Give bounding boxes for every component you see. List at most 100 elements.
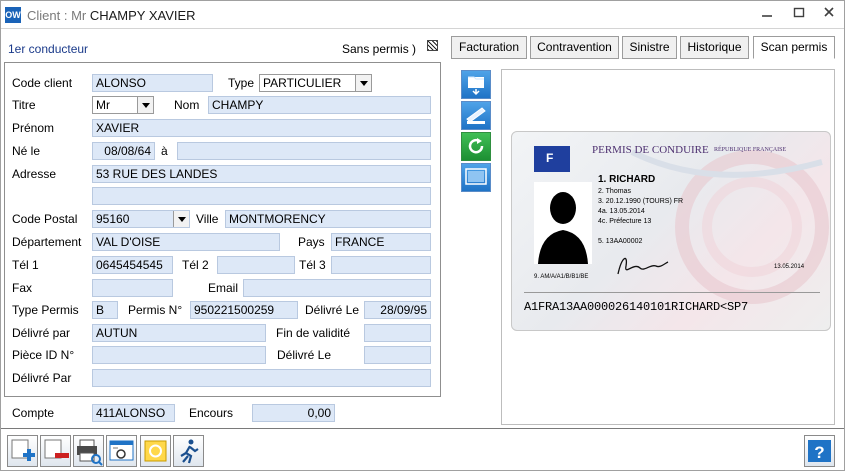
- add-icon[interactable]: [7, 435, 38, 467]
- compte-field[interactable]: 411ALONSO: [92, 404, 175, 422]
- adresse-line2-field[interactable]: [92, 187, 431, 205]
- chevron-down-icon[interactable]: [355, 75, 371, 91]
- tel2-label: Tél 2: [182, 258, 209, 272]
- fax-label: Fax: [12, 281, 33, 295]
- email-field[interactable]: [243, 279, 431, 297]
- person-silhouette-icon: [538, 192, 588, 264]
- delivre-par-label: Délivré par: [12, 326, 71, 340]
- title-name: CHAMPY XAVIER: [89, 8, 196, 23]
- code-client-field[interactable]: ALONSO: [92, 74, 213, 92]
- card-line4a: 4a. 13.05.2014: [598, 208, 645, 215]
- card-line3: 3. 20.12.1990 (TOURS) FR: [598, 198, 684, 205]
- type-select[interactable]: PARTICULIER: [259, 74, 372, 92]
- prenom-label: Prénom: [12, 121, 55, 135]
- fin-validite-field[interactable]: [364, 324, 431, 342]
- print-preview-icon[interactable]: [73, 435, 104, 467]
- chevron-down-icon[interactable]: [137, 97, 153, 113]
- tab-contravention[interactable]: Contravention: [530, 36, 619, 59]
- driving-licence-image: F PERMIS DE CONDUIRE RÉPUBLIQUE FRANÇAIS…: [511, 131, 831, 331]
- delivre-par2-label: Délivré Par: [12, 371, 72, 385]
- window-title: Client : Mr CHAMPY XAVIER: [27, 8, 196, 23]
- tel3-label: Tél 3: [299, 258, 326, 272]
- maximize-icon[interactable]: [788, 5, 810, 23]
- tab-scan-permis[interactable]: Scan permis: [753, 36, 835, 59]
- email-label: Email: [208, 281, 239, 295]
- encours-label: Encours: [189, 406, 234, 420]
- ville-field[interactable]: MONTMORENCY: [225, 210, 431, 228]
- compte-label: Compte: [12, 406, 55, 420]
- nom-label: Nom: [174, 98, 200, 112]
- delivre-le2-label: Délivré Le: [277, 348, 332, 362]
- monitor-icon[interactable]: [461, 163, 491, 192]
- circle-o-icon[interactable]: [140, 435, 171, 467]
- code-postal-label: Code Postal: [12, 212, 78, 226]
- tel2-field[interactable]: [217, 256, 295, 274]
- permis-no-field[interactable]: 950221500259: [190, 301, 298, 319]
- prenom-field[interactable]: XAVIER: [92, 119, 431, 137]
- remove-icon[interactable]: [40, 435, 71, 467]
- minimize-icon[interactable]: [756, 5, 778, 23]
- tab-facturation[interactable]: Facturation: [451, 36, 527, 59]
- card-line9: 9. AM/A/A1/B/B1/BE: [534, 274, 589, 280]
- card-line1: 1. RICHARD: [598, 174, 656, 185]
- title-bar: OW Client : Mr CHAMPY XAVIER: [1, 1, 844, 29]
- departement-label: Département: [12, 235, 82, 249]
- code-postal-value: 95160: [96, 212, 130, 226]
- svg-text:?: ?: [814, 443, 824, 462]
- close-icon[interactable]: [818, 5, 840, 23]
- titre-select-value: Mr: [96, 98, 110, 112]
- scanner-icon[interactable]: [461, 101, 491, 130]
- departement-field[interactable]: VAL D'OISE: [92, 233, 280, 251]
- type-label: Type: [228, 76, 255, 90]
- delivre-le2-field[interactable]: [364, 346, 431, 364]
- piece-id-label: Pièce ID N°: [12, 348, 75, 362]
- card-mrz: A1FRA13AA000026140101RICHARD<SP7: [524, 300, 749, 314]
- ne-le-label: Né le: [12, 144, 41, 158]
- vehicle-card-icon[interactable]: [106, 435, 137, 467]
- ville-label: Ville: [196, 212, 219, 226]
- sans-permis-label: Sans permis ): [342, 42, 417, 56]
- card-date-right: 13.05.2014: [774, 264, 805, 270]
- photo-frame: [534, 182, 592, 264]
- tel3-field[interactable]: [331, 256, 431, 274]
- fax-field[interactable]: [92, 279, 173, 297]
- tab-sinistre[interactable]: Sinistre: [622, 36, 677, 59]
- title-prefix: Client : Mr: [27, 8, 90, 23]
- nom-field[interactable]: CHAMPY: [208, 96, 431, 114]
- card-republic: RÉPUBLIQUE FRANÇAISE: [714, 147, 787, 153]
- refresh-icon[interactable]: [461, 132, 491, 161]
- card-title: PERMIS DE CONDUIRE: [592, 144, 709, 156]
- sans-permis-checkbox[interactable]: [427, 40, 438, 51]
- delivre-par2-field[interactable]: [92, 369, 431, 387]
- type-permis-field[interactable]: B: [92, 301, 118, 319]
- encours-field[interactable]: 0,00: [252, 404, 335, 422]
- client-window: OW Client : Mr CHAMPY XAVIER 1er conduct…: [0, 0, 845, 471]
- adresse-label: Adresse: [12, 167, 57, 181]
- birth-date-field[interactable]: 08/08/64: [92, 142, 155, 160]
- delivre-par-field[interactable]: AUTUN: [92, 324, 266, 342]
- country-code: F: [546, 151, 554, 165]
- code-postal-select[interactable]: 95160: [92, 210, 190, 228]
- help-icon[interactable]: ?: [804, 435, 835, 467]
- code-client-label: Code client: [12, 76, 73, 90]
- tab-historique[interactable]: Historique: [680, 36, 749, 59]
- chevron-down-icon[interactable]: [173, 211, 189, 227]
- tel1-field[interactable]: 0645454545: [92, 256, 173, 274]
- piece-id-field[interactable]: [92, 346, 266, 364]
- fin-validite-label: Fin de validité: [276, 326, 351, 340]
- card-line2: 2. Thomas: [598, 188, 631, 195]
- pays-field[interactable]: FRANCE: [331, 233, 431, 251]
- bottom-separator: [1, 428, 844, 429]
- running-man-icon[interactable]: [173, 435, 204, 467]
- birth-place-field[interactable]: [177, 142, 431, 160]
- a-label: à: [161, 144, 168, 158]
- type-select-value: PARTICULIER: [263, 76, 342, 90]
- delivre-le-field[interactable]: 28/09/95: [364, 301, 431, 319]
- scan-folder-icon[interactable]: [461, 70, 491, 99]
- adresse-line1-field[interactable]: 53 RUE DES LANDES: [92, 165, 431, 183]
- card-divider: [524, 292, 820, 293]
- delivre-le-label: Délivré Le: [305, 303, 360, 317]
- eu-flag-icon: F: [534, 146, 570, 172]
- titre-select[interactable]: Mr: [92, 96, 154, 114]
- card-line5: 5. 13AA00002: [598, 238, 643, 245]
